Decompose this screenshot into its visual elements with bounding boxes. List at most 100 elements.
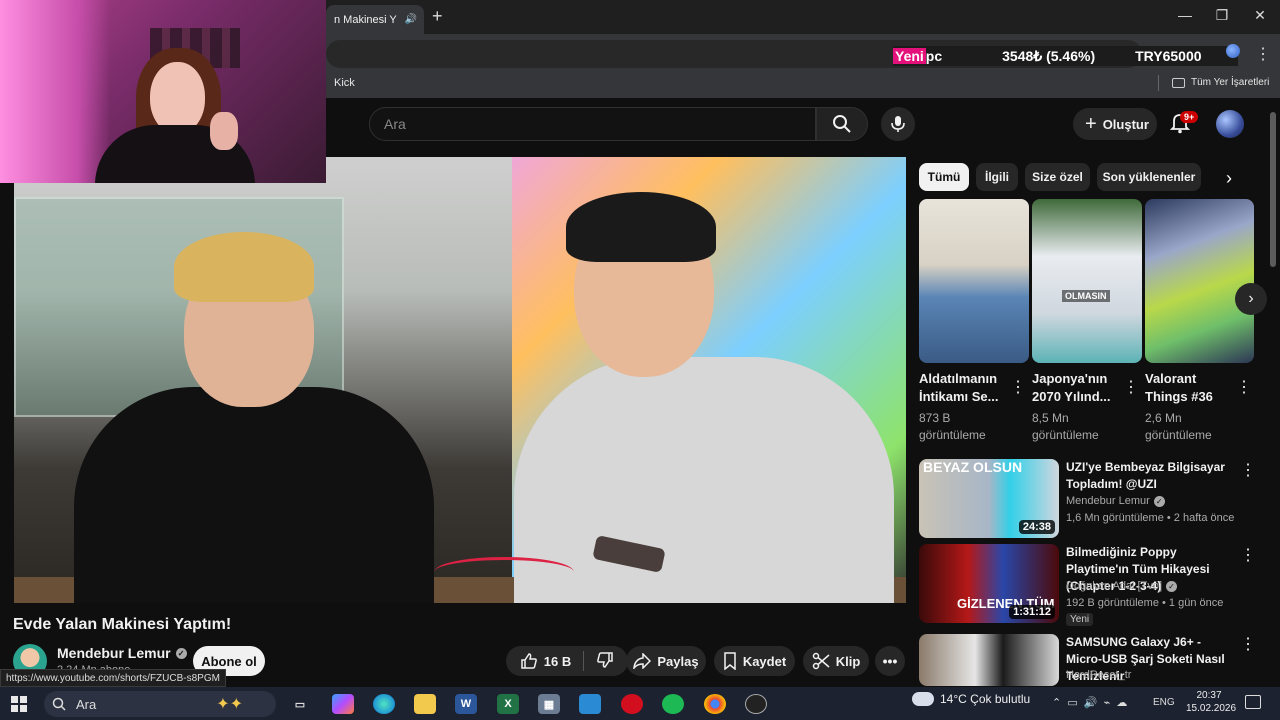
dislike-button[interactable] — [596, 651, 614, 672]
weather-widget[interactable]: 14°C Çok bulutlu — [912, 692, 1030, 706]
mic-icon — [891, 116, 905, 132]
recommended-meta: 192 B görüntüleme • 1 gün önce — [1066, 597, 1224, 609]
more-actions-button[interactable]: ••• — [875, 646, 905, 676]
recommended-channel[interactable]: HardReset_tr — [1066, 669, 1131, 681]
bookmark-separator — [1158, 75, 1159, 91]
speaker-icon[interactable]: 🔊 — [405, 14, 417, 25]
person-left-body — [74, 387, 434, 603]
streamer-face — [150, 62, 205, 134]
minimize-button[interactable]: — — [1167, 7, 1203, 23]
recommended-title[interactable]: UZI'ye Bembeyaz Bilgisayar Topladım! @UZ… — [1066, 459, 1236, 493]
chip-all[interactable]: Tümü — [919, 163, 969, 191]
recommended-thumbnail[interactable] — [919, 634, 1059, 686]
short-thumbnail[interactable] — [919, 199, 1029, 363]
status-url-tooltip: https://www.youtube.com/shorts/FZUCB-s8P… — [0, 669, 226, 687]
excel-icon[interactable]: X — [497, 694, 519, 714]
short-overlay-text: OLMASIN — [1062, 290, 1110, 302]
bookmark-kick[interactable]: Kick — [334, 77, 355, 89]
chip-related[interactable]: İlgili — [976, 163, 1018, 191]
new-tab-button[interactable]: + — [432, 6, 443, 27]
task-view-icon[interactable]: ▭ — [289, 694, 311, 714]
short-title[interactable]: Aldatılmanın İntikamı Se... — [919, 370, 1015, 406]
chips-next-chevron-icon[interactable]: › — [1226, 168, 1232, 189]
recommended-channel[interactable]: Doğukan Adal [Tvo] ✓ — [1066, 580, 1178, 592]
save-label: Kaydet — [742, 653, 787, 669]
account-avatar[interactable] — [1216, 110, 1244, 138]
windows-start-icon[interactable] — [11, 696, 27, 712]
shorts-next-chevron-icon[interactable]: › — [1235, 283, 1267, 315]
short-title[interactable]: Valorant Things #36 — [1145, 370, 1241, 406]
recommended-menu-icon[interactable]: ⋮ — [1240, 460, 1256, 480]
webcam-overlay — [0, 0, 326, 183]
plus-icon: + — [1085, 112, 1097, 135]
short-thumbnail[interactable] — [1145, 199, 1254, 363]
scissors-icon — [812, 652, 830, 670]
thumbs-up-icon — [521, 653, 537, 669]
browser-menu-icon[interactable]: ⋮ — [1255, 44, 1271, 64]
recommended-channel[interactable]: Mendebur Lemur ✓ — [1066, 495, 1165, 507]
ticker-symbol: TRY65000 — [1135, 48, 1202, 64]
thumbs-down-icon — [597, 651, 613, 668]
ticker-change: 3548₺ (5.46%) — [1002, 47, 1096, 64]
recommended-thumbnail[interactable]: BEYAZ OLSUN 24:38 — [919, 459, 1059, 538]
short-menu-icon[interactable]: ⋮ — [1123, 377, 1139, 397]
short-views: 8,5 Mn görüntüleme — [1032, 411, 1099, 442]
short-thumbnail[interactable] — [1032, 199, 1142, 363]
system-tray-icons[interactable]: ⌃ ▭ 🔊 ⌁ ☁ — [1052, 696, 1127, 709]
short-views: 2,6 Mn görüntüleme — [1145, 411, 1212, 442]
weather-text: 14°C Çok bulutlu — [940, 692, 1031, 706]
store-icon[interactable] — [579, 694, 601, 714]
recommended-thumbnail[interactable]: GİZLENEN TÜM H 1:31:12 — [919, 544, 1059, 623]
recommended-meta: 1,6 Mn görüntüleme • 2 hafta önce — [1066, 512, 1235, 524]
short-menu-icon[interactable]: ⋮ — [1010, 377, 1026, 397]
extension-globe-icon[interactable] — [1226, 44, 1240, 58]
recommended-channel-name: Doğukan Adal [Tvo] — [1066, 580, 1163, 592]
clock[interactable]: 20:37 15.02.2026 — [1186, 689, 1237, 715]
ticker-name: Yeni — [893, 48, 926, 64]
streamer-hand — [210, 112, 238, 150]
clock-date: 15.02.2026 — [1186, 703, 1237, 714]
close-window-button[interactable]: ✕ — [1242, 7, 1278, 24]
verified-icon: ✓ — [1166, 580, 1178, 592]
person-right-body — [514, 357, 894, 603]
create-button[interactable]: + Oluştur — [1073, 108, 1157, 140]
all-bookmarks-label: Tüm Yer İşaretleri — [1191, 77, 1270, 88]
opera-icon[interactable] — [621, 694, 643, 714]
maximize-button[interactable]: ❐ — [1204, 7, 1240, 24]
create-label: Oluştur — [1102, 116, 1149, 132]
browser-tab[interactable]: n Makinesi Y 🔊 ✕ — [326, 5, 424, 34]
page-scrollbar[interactable] — [1270, 112, 1276, 267]
spotify-icon[interactable] — [662, 694, 684, 714]
obs-icon[interactable] — [745, 694, 767, 714]
like-button[interactable]: 16 B — [520, 652, 571, 670]
notifications-badge: 9+ — [1180, 111, 1199, 123]
share-button[interactable]: Paylaş — [626, 646, 706, 676]
copilot-icon[interactable] — [332, 694, 354, 714]
chrome-icon[interactable] — [704, 694, 726, 714]
recommended-menu-icon[interactable]: ⋮ — [1240, 545, 1256, 565]
short-title[interactable]: Japonya'nın 2070 Yılınd... — [1032, 370, 1128, 406]
notification-center-icon[interactable] — [1245, 695, 1261, 709]
calculator-icon[interactable]: ▦ — [538, 694, 560, 714]
file-explorer-icon[interactable] — [414, 694, 436, 714]
language-indicator[interactable]: ENG — [1153, 697, 1175, 708]
person-left-hair — [174, 232, 314, 302]
word-icon[interactable]: W — [455, 694, 477, 714]
clip-button[interactable]: Klip — [803, 646, 869, 676]
channel-name[interactable]: Mendebur Lemur ✓ — [57, 645, 187, 661]
short-menu-icon[interactable]: ⋮ — [1236, 377, 1252, 397]
search-button[interactable] — [816, 107, 868, 141]
video-player[interactable] — [14, 157, 906, 603]
wires — [434, 557, 574, 587]
voice-search-button[interactable] — [881, 107, 915, 141]
search-input[interactable]: Ara — [369, 107, 816, 141]
edge-icon[interactable] — [373, 694, 395, 714]
chip-for-you[interactable]: Size özel — [1025, 163, 1090, 191]
tab-title: n Makinesi Y — [334, 13, 397, 26]
recommended-menu-icon[interactable]: ⋮ — [1240, 634, 1256, 654]
all-bookmarks-button[interactable]: Tüm Yer İşaretleri — [1172, 77, 1269, 88]
taskbar-search[interactable]: Ara ✦✦ — [44, 691, 276, 717]
save-button[interactable]: Kaydet — [714, 646, 795, 676]
recommended-channel-name: HardReset_tr — [1066, 669, 1132, 681]
chip-recent[interactable]: Son yüklenenler — [1097, 163, 1201, 191]
